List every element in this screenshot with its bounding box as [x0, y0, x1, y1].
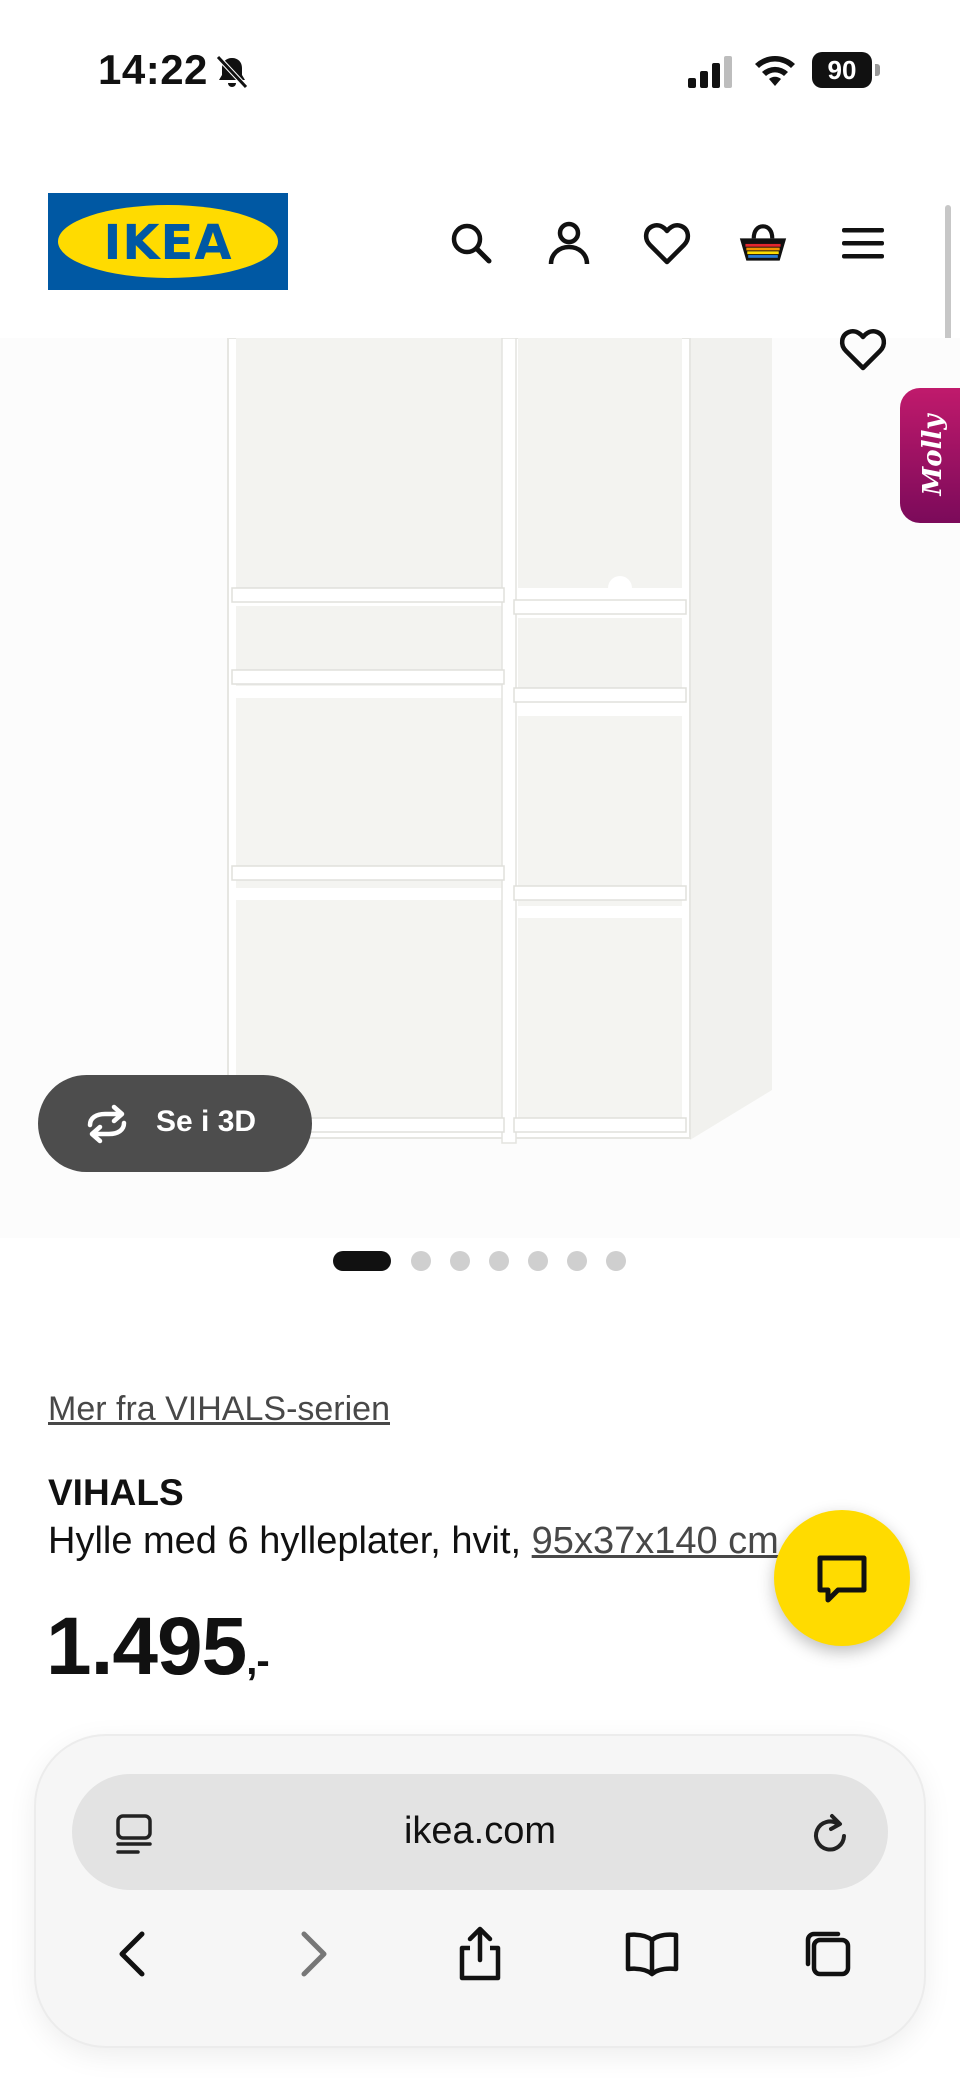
address-text: ikea.com	[403, 1810, 557, 1852]
product-description: Hylle med 6 hylleplater, hvit, 95x37x140…	[48, 1520, 788, 1563]
heart-icon[interactable]	[642, 218, 692, 268]
molly-label: Molly	[918, 414, 948, 496]
product-dimensions-link[interactable]: 95x37x140 cm	[532, 1520, 779, 1562]
cellular-signal-icon	[688, 56, 732, 88]
rotate-3d-icon	[87, 1104, 127, 1144]
product-name: VIHALS	[48, 1472, 184, 1513]
gallery-dot-3[interactable]	[450, 1251, 470, 1271]
tabs-icon[interactable]	[798, 1924, 858, 1984]
logo-text: IKEA	[103, 215, 233, 271]
save-to-favorites-icon[interactable]	[837, 322, 889, 374]
status-time: 14:22	[98, 46, 208, 93]
series-link[interactable]: Mer fra VIHALS-serien	[48, 1390, 390, 1429]
ikea-logo[interactable]: IKEA	[48, 193, 288, 290]
gallery-dot-1[interactable]	[333, 1251, 391, 1271]
gallery-dot-5[interactable]	[528, 1251, 548, 1271]
chat-button[interactable]	[774, 1510, 910, 1646]
reload-icon[interactable]	[806, 1810, 854, 1858]
menu-icon[interactable]	[838, 218, 888, 268]
search-icon[interactable]	[446, 218, 496, 268]
site-header: IKEA	[0, 180, 960, 310]
battery-level: 90	[812, 52, 872, 88]
price-suffix: ,-	[246, 1639, 269, 1683]
gallery-dot-2[interactable]	[411, 1251, 431, 1271]
forward-icon[interactable]	[282, 1924, 342, 1984]
gallery-dot-4[interactable]	[489, 1251, 509, 1271]
share-icon[interactable]	[450, 1924, 510, 1984]
bookmarks-icon[interactable]	[622, 1924, 682, 1984]
browser-toolbar: ikea.com	[36, 1736, 924, 2046]
view-in-3d-button[interactable]: Se i 3D	[38, 1075, 312, 1172]
gallery-dot-6[interactable]	[567, 1251, 587, 1271]
gallery-pagination	[0, 1248, 960, 1272]
address-bar[interactable]: ikea.com	[72, 1774, 888, 1890]
product-price: 1.495,-	[46, 1600, 270, 1694]
cart-icon[interactable]	[738, 218, 788, 268]
wifi-icon	[755, 56, 795, 86]
product-description-text: Hylle med 6 hylleplater, hvit,	[48, 1520, 532, 1562]
gallery-dot-7[interactable]	[606, 1251, 626, 1271]
price-value: 1.495	[46, 1601, 247, 1692]
back-icon[interactable]	[104, 1924, 164, 1984]
battery-indicator: 90	[812, 52, 882, 88]
user-icon[interactable]	[544, 218, 594, 268]
view-in-3d-label: Se i 3D	[156, 1105, 257, 1138]
status-bar: 14:22 90	[0, 0, 960, 140]
molly-assistant-tab[interactable]: Molly	[900, 388, 960, 523]
chat-bubble-icon	[817, 1555, 867, 1603]
bell-muted-icon	[216, 55, 248, 89]
